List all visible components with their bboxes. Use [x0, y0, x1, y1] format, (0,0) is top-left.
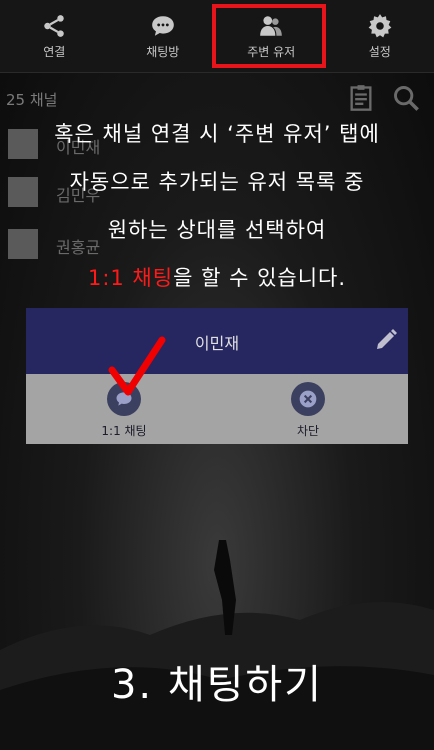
card-user-name: 이민재 [194, 334, 240, 353]
channel-list-header: 25 채널 [0, 80, 434, 116]
close-icon [299, 390, 317, 408]
action-label: 차단 [296, 424, 320, 438]
card-actions: 1:1 채팅 차단 [26, 374, 408, 444]
instruction-line: 자동으로 추가되는 유저 목록 중 [69, 170, 365, 194]
instruction-line: 혹은 채널 연결 시 ‘주변 유저’ 탭에 [54, 122, 380, 146]
block-button[interactable]: 차단 [248, 382, 368, 439]
instruction-line: 원하는 상대를 선택하여 [107, 218, 327, 242]
channel-count: 25 채널 [6, 91, 58, 109]
tab-chatrooms[interactable]: 채팅방 [109, 0, 218, 72]
step-title: 3. 채팅하기 [110, 662, 324, 708]
action-label: 1:1 채팅 [101, 424, 147, 438]
search-icon[interactable] [392, 84, 420, 112]
gear-icon [368, 13, 392, 37]
background-landscape [0, 540, 434, 750]
instruction-line: 1:1 채팅을 할 수 있습니다. [0, 262, 434, 292]
chat-icon [151, 15, 174, 36]
nearby-users-highlight [212, 4, 326, 68]
user-profile-card: 이민재 1:1 채팅 차단 [26, 308, 408, 444]
share-icon [44, 14, 64, 37]
pencil-icon[interactable] [374, 328, 398, 352]
tab-label: 설정 [368, 44, 391, 59]
tab-label: 채팅방 [146, 44, 180, 59]
card-header: 이민재 [26, 308, 408, 374]
tab-settings[interactable]: 설정 [326, 0, 434, 72]
instruction-text-rest: 을 할 수 있습니다. [173, 266, 347, 290]
checkmark-annotation [108, 336, 166, 396]
highlighted-text: 1:1 채팅 [87, 266, 174, 290]
action-circle [291, 382, 325, 416]
tab-connect[interactable]: 연결 [0, 0, 109, 72]
tab-label: 연결 [43, 44, 66, 59]
clipboard-icon[interactable] [346, 84, 376, 112]
